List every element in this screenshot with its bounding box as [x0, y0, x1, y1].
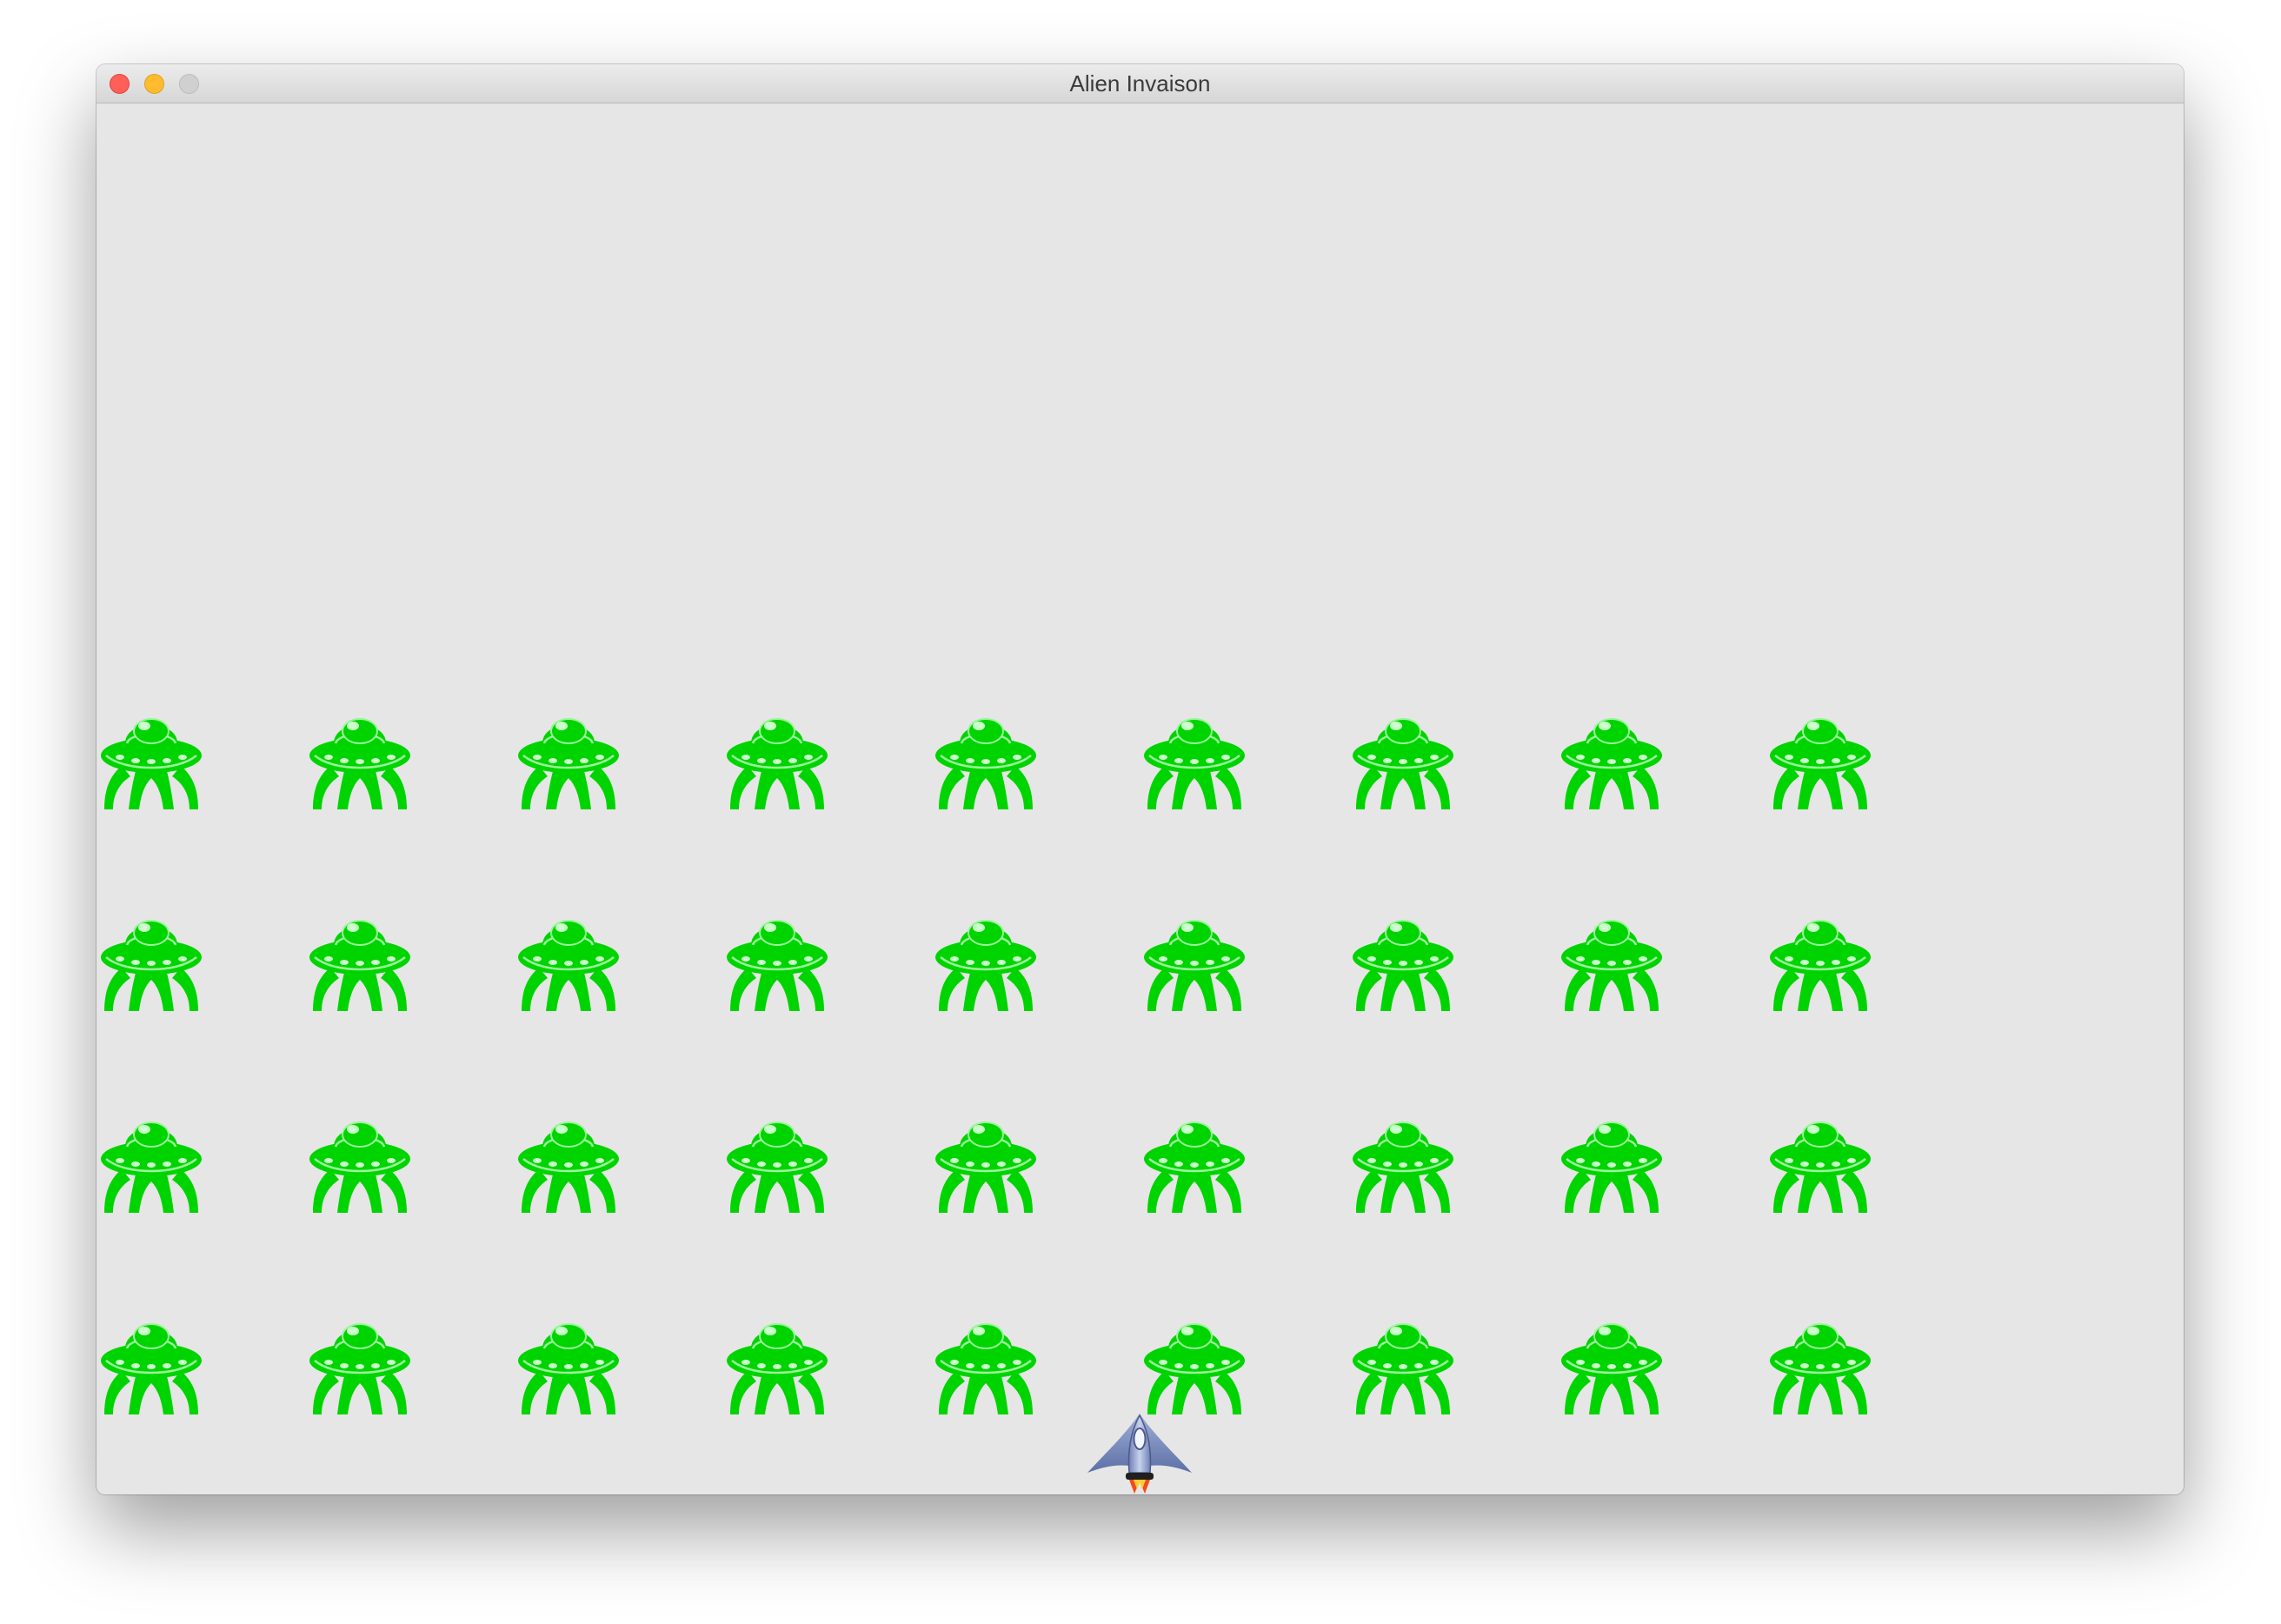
ufo-alien-icon — [1768, 914, 1872, 1015]
ufo-alien-icon — [1142, 914, 1247, 1015]
ufo-alien-icon — [1559, 1317, 1664, 1418]
ufo-alien-icon — [99, 712, 203, 813]
ufo-alien-icon — [1142, 1115, 1247, 1216]
ufo-alien-icon — [516, 914, 621, 1015]
ufo-alien-icon — [308, 914, 412, 1015]
ufo-alien-icon — [99, 914, 203, 1015]
ufo-alien-icon — [1768, 712, 1872, 813]
ufo-alien-icon — [934, 712, 1038, 813]
ufo-alien-icon — [516, 712, 621, 813]
ufo-alien-icon — [516, 1317, 621, 1418]
ufo-alien-icon — [308, 712, 412, 813]
ufo-alien-icon — [1351, 914, 1455, 1015]
ufo-alien-icon — [1559, 914, 1664, 1015]
ufo-alien-icon — [99, 1115, 203, 1216]
ufo-alien-icon — [725, 1115, 829, 1216]
ufo-alien-icon — [516, 1115, 621, 1216]
ufo-alien-icon — [725, 712, 829, 813]
ufo-alien-icon — [1768, 1115, 1872, 1216]
ufo-alien-icon — [725, 1317, 829, 1418]
ufo-alien-icon — [99, 1317, 203, 1418]
title-bar[interactable]: Alien Invaison — [96, 64, 2184, 103]
ufo-alien-icon — [934, 914, 1038, 1015]
ufo-alien-icon — [1559, 1115, 1664, 1216]
ufo-alien-icon — [934, 1115, 1038, 1216]
ufo-alien-icon — [308, 1317, 412, 1418]
ufo-alien-icon — [1351, 1115, 1455, 1216]
ufo-alien-icon — [1142, 1317, 1247, 1418]
ufo-alien-icon — [1351, 1317, 1455, 1418]
ufo-alien-icon — [1559, 712, 1664, 813]
ufo-alien-icon — [308, 1115, 412, 1216]
ufo-alien-icon — [1142, 712, 1247, 813]
ufo-alien-icon — [1351, 712, 1455, 813]
ufo-alien-icon — [934, 1317, 1038, 1418]
rocket-ship-icon — [1086, 1410, 1194, 1494]
ufo-alien-icon — [725, 914, 829, 1015]
game-canvas[interactable] — [96, 103, 2184, 1494]
window-title: Alien Invaison — [1069, 70, 1211, 97]
game-window: Alien Invaison — [96, 64, 2184, 1494]
ufo-alien-icon — [1768, 1317, 1872, 1418]
